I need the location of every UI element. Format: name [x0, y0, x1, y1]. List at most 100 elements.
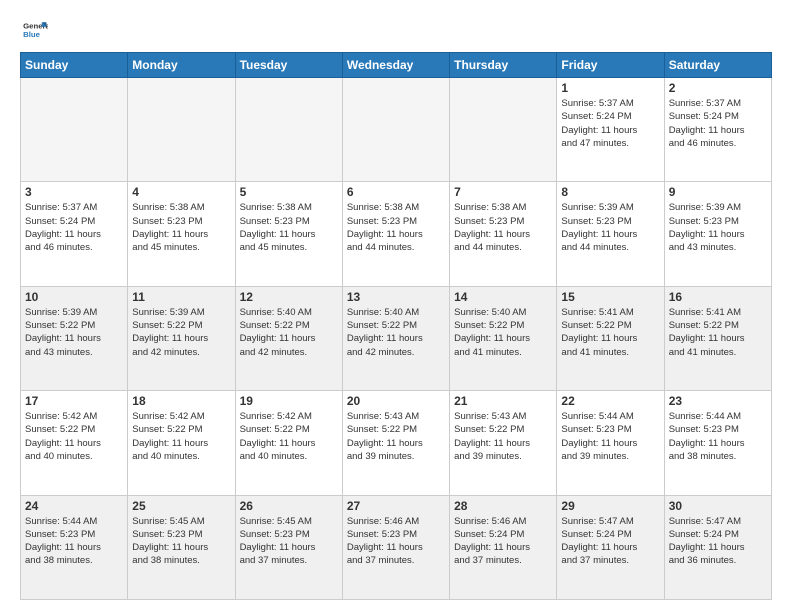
day-info: Sunrise: 5:42 AM Sunset: 5:22 PM Dayligh… — [132, 410, 230, 463]
day-info: Sunrise: 5:45 AM Sunset: 5:23 PM Dayligh… — [132, 515, 230, 568]
calendar-cell — [450, 78, 557, 182]
day-number: 10 — [25, 290, 123, 304]
day-number: 7 — [454, 185, 552, 199]
calendar-week-row: 3 Sunrise: 5:37 AM Sunset: 5:24 PM Daylig… — [21, 182, 772, 286]
calendar-cell: 9 Sunrise: 5:39 AM Sunset: 5:23 PM Daylig… — [664, 182, 771, 286]
day-number: 2 — [669, 81, 767, 95]
day-number: 30 — [669, 499, 767, 513]
weekday-header-tuesday: Tuesday — [235, 53, 342, 78]
calendar-cell: 22 Sunrise: 5:44 AM Sunset: 5:23 PM Dayli… — [557, 391, 664, 495]
calendar-cell: 24 Sunrise: 5:44 AM Sunset: 5:23 PM Dayli… — [21, 495, 128, 599]
calendar-cell: 12 Sunrise: 5:40 AM Sunset: 5:22 PM Dayli… — [235, 286, 342, 390]
day-number: 21 — [454, 394, 552, 408]
day-number: 3 — [25, 185, 123, 199]
day-info: Sunrise: 5:41 AM Sunset: 5:22 PM Dayligh… — [561, 306, 659, 359]
day-info: Sunrise: 5:38 AM Sunset: 5:23 PM Dayligh… — [240, 201, 338, 254]
day-number: 13 — [347, 290, 445, 304]
day-info: Sunrise: 5:38 AM Sunset: 5:23 PM Dayligh… — [132, 201, 230, 254]
weekday-header-sunday: Sunday — [21, 53, 128, 78]
day-info: Sunrise: 5:40 AM Sunset: 5:22 PM Dayligh… — [240, 306, 338, 359]
calendar-cell: 20 Sunrise: 5:43 AM Sunset: 5:22 PM Dayli… — [342, 391, 449, 495]
day-info: Sunrise: 5:40 AM Sunset: 5:22 PM Dayligh… — [347, 306, 445, 359]
calendar-cell: 25 Sunrise: 5:45 AM Sunset: 5:23 PM Dayli… — [128, 495, 235, 599]
day-info: Sunrise: 5:37 AM Sunset: 5:24 PM Dayligh… — [561, 97, 659, 150]
day-info: Sunrise: 5:44 AM Sunset: 5:23 PM Dayligh… — [25, 515, 123, 568]
day-number: 26 — [240, 499, 338, 513]
calendar-cell: 10 Sunrise: 5:39 AM Sunset: 5:22 PM Dayli… — [21, 286, 128, 390]
day-number: 12 — [240, 290, 338, 304]
weekday-header-saturday: Saturday — [664, 53, 771, 78]
logo-icon: General Blue — [20, 16, 48, 44]
day-number: 6 — [347, 185, 445, 199]
day-number: 5 — [240, 185, 338, 199]
calendar-cell — [21, 78, 128, 182]
day-info: Sunrise: 5:40 AM Sunset: 5:22 PM Dayligh… — [454, 306, 552, 359]
day-number: 20 — [347, 394, 445, 408]
weekday-header-monday: Monday — [128, 53, 235, 78]
calendar-cell: 6 Sunrise: 5:38 AM Sunset: 5:23 PM Daylig… — [342, 182, 449, 286]
calendar-cell: 11 Sunrise: 5:39 AM Sunset: 5:22 PM Dayli… — [128, 286, 235, 390]
day-info: Sunrise: 5:42 AM Sunset: 5:22 PM Dayligh… — [25, 410, 123, 463]
calendar-cell: 1 Sunrise: 5:37 AM Sunset: 5:24 PM Daylig… — [557, 78, 664, 182]
calendar-header-row: SundayMondayTuesdayWednesdayThursdayFrid… — [21, 53, 772, 78]
day-info: Sunrise: 5:43 AM Sunset: 5:22 PM Dayligh… — [454, 410, 552, 463]
weekday-header-wednesday: Wednesday — [342, 53, 449, 78]
day-number: 25 — [132, 499, 230, 513]
day-info: Sunrise: 5:44 AM Sunset: 5:23 PM Dayligh… — [669, 410, 767, 463]
page: General Blue SundayMondayTuesdayWednesda… — [0, 0, 792, 612]
day-number: 24 — [25, 499, 123, 513]
day-number: 15 — [561, 290, 659, 304]
day-info: Sunrise: 5:39 AM Sunset: 5:22 PM Dayligh… — [132, 306, 230, 359]
day-number: 8 — [561, 185, 659, 199]
calendar-cell: 27 Sunrise: 5:46 AM Sunset: 5:23 PM Dayli… — [342, 495, 449, 599]
day-info: Sunrise: 5:46 AM Sunset: 5:24 PM Dayligh… — [454, 515, 552, 568]
calendar-week-row: 17 Sunrise: 5:42 AM Sunset: 5:22 PM Dayli… — [21, 391, 772, 495]
day-info: Sunrise: 5:46 AM Sunset: 5:23 PM Dayligh… — [347, 515, 445, 568]
calendar-week-row: 10 Sunrise: 5:39 AM Sunset: 5:22 PM Dayli… — [21, 286, 772, 390]
day-info: Sunrise: 5:43 AM Sunset: 5:22 PM Dayligh… — [347, 410, 445, 463]
day-number: 16 — [669, 290, 767, 304]
calendar-cell: 4 Sunrise: 5:38 AM Sunset: 5:23 PM Daylig… — [128, 182, 235, 286]
calendar-cell: 2 Sunrise: 5:37 AM Sunset: 5:24 PM Daylig… — [664, 78, 771, 182]
calendar-week-row: 1 Sunrise: 5:37 AM Sunset: 5:24 PM Daylig… — [21, 78, 772, 182]
day-info: Sunrise: 5:45 AM Sunset: 5:23 PM Dayligh… — [240, 515, 338, 568]
logo: General Blue — [20, 16, 52, 44]
day-number: 27 — [347, 499, 445, 513]
day-info: Sunrise: 5:42 AM Sunset: 5:22 PM Dayligh… — [240, 410, 338, 463]
calendar-cell: 18 Sunrise: 5:42 AM Sunset: 5:22 PM Dayli… — [128, 391, 235, 495]
calendar-cell: 17 Sunrise: 5:42 AM Sunset: 5:22 PM Dayli… — [21, 391, 128, 495]
calendar-cell: 8 Sunrise: 5:39 AM Sunset: 5:23 PM Daylig… — [557, 182, 664, 286]
day-number: 18 — [132, 394, 230, 408]
calendar-cell: 30 Sunrise: 5:47 AM Sunset: 5:24 PM Dayli… — [664, 495, 771, 599]
day-number: 23 — [669, 394, 767, 408]
day-number: 22 — [561, 394, 659, 408]
day-number: 9 — [669, 185, 767, 199]
calendar-cell: 15 Sunrise: 5:41 AM Sunset: 5:22 PM Dayli… — [557, 286, 664, 390]
day-number: 14 — [454, 290, 552, 304]
day-info: Sunrise: 5:39 AM Sunset: 5:23 PM Dayligh… — [561, 201, 659, 254]
calendar-cell: 26 Sunrise: 5:45 AM Sunset: 5:23 PM Dayli… — [235, 495, 342, 599]
day-number: 11 — [132, 290, 230, 304]
day-info: Sunrise: 5:39 AM Sunset: 5:23 PM Dayligh… — [669, 201, 767, 254]
calendar-cell: 19 Sunrise: 5:42 AM Sunset: 5:22 PM Dayli… — [235, 391, 342, 495]
day-info: Sunrise: 5:38 AM Sunset: 5:23 PM Dayligh… — [347, 201, 445, 254]
day-number: 17 — [25, 394, 123, 408]
day-info: Sunrise: 5:38 AM Sunset: 5:23 PM Dayligh… — [454, 201, 552, 254]
calendar-cell — [235, 78, 342, 182]
calendar-cell: 29Sunrise: 5:47 AM Sunset: 5:24 PM Dayli… — [557, 495, 664, 599]
day-info: Sunrise: 5:44 AM Sunset: 5:23 PM Dayligh… — [561, 410, 659, 463]
header: General Blue — [20, 16, 772, 44]
calendar-cell: 13 Sunrise: 5:40 AM Sunset: 5:22 PM Dayli… — [342, 286, 449, 390]
calendar-cell: 7 Sunrise: 5:38 AM Sunset: 5:23 PM Daylig… — [450, 182, 557, 286]
day-number: 19 — [240, 394, 338, 408]
day-info: Sunrise: 5:37 AM Sunset: 5:24 PM Dayligh… — [25, 201, 123, 254]
day-number: 1 — [561, 81, 659, 95]
day-info: Sunrise: 5:47 AM Sunset: 5:24 PM Dayligh… — [561, 515, 659, 568]
day-info: Sunrise: 5:37 AM Sunset: 5:24 PM Dayligh… — [669, 97, 767, 150]
calendar-cell: 23 Sunrise: 5:44 AM Sunset: 5:23 PM Dayli… — [664, 391, 771, 495]
day-number: 28 — [454, 499, 552, 513]
day-number: 4 — [132, 185, 230, 199]
day-info: Sunrise: 5:47 AM Sunset: 5:24 PM Dayligh… — [669, 515, 767, 568]
day-info: Sunrise: 5:41 AM Sunset: 5:22 PM Dayligh… — [669, 306, 767, 359]
day-info: Sunrise: 5:39 AM Sunset: 5:22 PM Dayligh… — [25, 306, 123, 359]
